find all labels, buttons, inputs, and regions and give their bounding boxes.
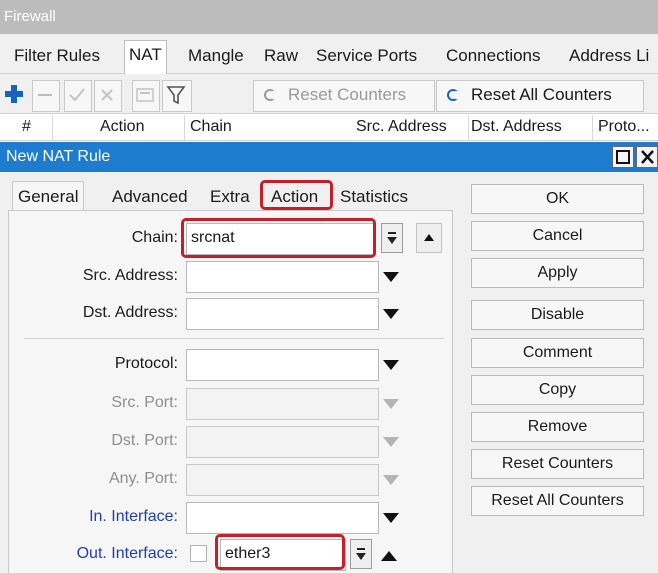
tab-mangle[interactable]: Mangle bbox=[188, 42, 244, 72]
column-header-protocol[interactable]: Proto... bbox=[598, 118, 650, 136]
src-port-label: Src. Port: bbox=[111, 394, 178, 411]
dialog-tab-advanced[interactable]: Advanced bbox=[112, 184, 188, 212]
src-port-field[interactable] bbox=[186, 388, 379, 420]
toolbar: Reset Counters Reset All Counters bbox=[0, 74, 658, 114]
in-interface-label: In. Interface: bbox=[89, 508, 178, 525]
protocol-dropdown-icon[interactable] bbox=[383, 360, 399, 370]
reset-counters-icon bbox=[262, 81, 278, 118]
column-header-chain[interactable]: Chain bbox=[190, 118, 232, 136]
comment-button[interactable]: Comment bbox=[471, 338, 644, 368]
dst-address-dropdown-icon[interactable] bbox=[383, 309, 399, 319]
tab-service-ports[interactable]: Service Ports bbox=[316, 42, 417, 72]
out-interface-dropdown-button[interactable] bbox=[350, 539, 372, 569]
copy-button[interactable]: Copy bbox=[471, 375, 644, 405]
protocol-label: Protocol: bbox=[114, 355, 178, 372]
reset-all-counters-label: Reset All Counters bbox=[471, 85, 612, 104]
section-divider bbox=[24, 338, 444, 339]
cancel-button[interactable]: Cancel bbox=[471, 221, 644, 251]
tab-address-lists[interactable]: Address Li bbox=[569, 42, 649, 72]
dialog-title: New NAT Rule bbox=[0, 142, 658, 172]
reset-all-counters-dialog-button[interactable]: Reset All Counters bbox=[471, 486, 644, 516]
maximize-icon[interactable] bbox=[612, 146, 634, 168]
column-header-src-address[interactable]: Src. Address bbox=[356, 118, 447, 136]
column-header-number[interactable]: # bbox=[22, 118, 31, 136]
protocol-field[interactable] bbox=[186, 349, 379, 381]
chain-label: Chain: bbox=[131, 229, 178, 246]
disable-icon[interactable] bbox=[94, 80, 122, 112]
reset-all-counters-icon bbox=[445, 81, 461, 118]
dst-port-field[interactable] bbox=[186, 426, 379, 458]
column-header-action[interactable]: Action bbox=[100, 118, 144, 136]
any-port-dropdown-icon[interactable] bbox=[383, 475, 399, 485]
filter-icon[interactable] bbox=[162, 80, 192, 112]
dialog-tab-statistics[interactable]: Statistics bbox=[340, 184, 408, 212]
apply-button[interactable]: Apply bbox=[471, 258, 644, 288]
any-port-field[interactable] bbox=[186, 464, 379, 496]
any-port-label: Any. Port: bbox=[108, 470, 178, 487]
dst-port-dropdown-icon[interactable] bbox=[383, 437, 399, 447]
out-interface-label: Out. Interface: bbox=[76, 545, 178, 562]
chain-highlight bbox=[181, 218, 376, 258]
chevron-up-icon bbox=[424, 234, 434, 241]
dst-port-label: Dst. Port: bbox=[111, 432, 178, 449]
tab-filter-rules[interactable]: Filter Rules bbox=[14, 42, 100, 72]
in-interface-dropdown-icon[interactable] bbox=[383, 513, 399, 523]
table-header: # Action Chain Src. Address Dst. Address… bbox=[0, 115, 658, 141]
tab-nat[interactable]: NAT bbox=[124, 40, 167, 75]
close-icon[interactable] bbox=[636, 146, 658, 168]
src-port-dropdown-icon[interactable] bbox=[383, 399, 399, 409]
in-interface-field[interactable] bbox=[186, 502, 379, 534]
disable-button[interactable]: Disable bbox=[471, 300, 644, 330]
column-header-dst-address[interactable]: Dst. Address bbox=[471, 118, 562, 136]
tab-connections[interactable]: Connections bbox=[446, 42, 541, 72]
dst-address-label: Dst. Address: bbox=[82, 304, 178, 321]
dst-address-field[interactable] bbox=[186, 298, 379, 330]
out-interface-invert-checkbox[interactable] bbox=[190, 545, 207, 562]
tab-raw[interactable]: Raw bbox=[264, 42, 298, 72]
reset-all-counters-button[interactable]: Reset All Counters bbox=[436, 80, 644, 112]
action-tab-highlight bbox=[260, 180, 333, 210]
reset-counters-dialog-button[interactable]: Reset Counters bbox=[471, 449, 644, 479]
chain-dropdown-button[interactable] bbox=[381, 223, 403, 253]
dialog-tab-general[interactable]: General bbox=[12, 181, 85, 213]
comment-icon[interactable] bbox=[132, 80, 160, 112]
ok-button[interactable]: OK bbox=[471, 184, 644, 214]
remove-icon[interactable] bbox=[32, 80, 60, 112]
src-address-label: Src. Address: bbox=[82, 267, 178, 284]
reset-counters-label: Reset Counters bbox=[288, 85, 407, 104]
out-interface-highlight bbox=[215, 534, 345, 570]
dialog-tab-extra[interactable]: Extra bbox=[210, 184, 250, 212]
chain-collapse-button[interactable] bbox=[416, 223, 442, 253]
out-interface-collapse-icon[interactable] bbox=[381, 551, 397, 561]
remove-button[interactable]: Remove bbox=[471, 412, 644, 442]
main-tab-bar: Filter Rules NAT Mangle Raw Service Port… bbox=[0, 34, 658, 75]
src-address-field[interactable] bbox=[186, 261, 379, 293]
enable-icon[interactable] bbox=[64, 80, 92, 112]
reset-counters-button[interactable]: Reset Counters bbox=[253, 80, 435, 112]
src-address-dropdown-icon[interactable] bbox=[383, 272, 399, 282]
window-title: Firewall bbox=[0, 0, 658, 34]
add-icon[interactable] bbox=[2, 80, 28, 110]
